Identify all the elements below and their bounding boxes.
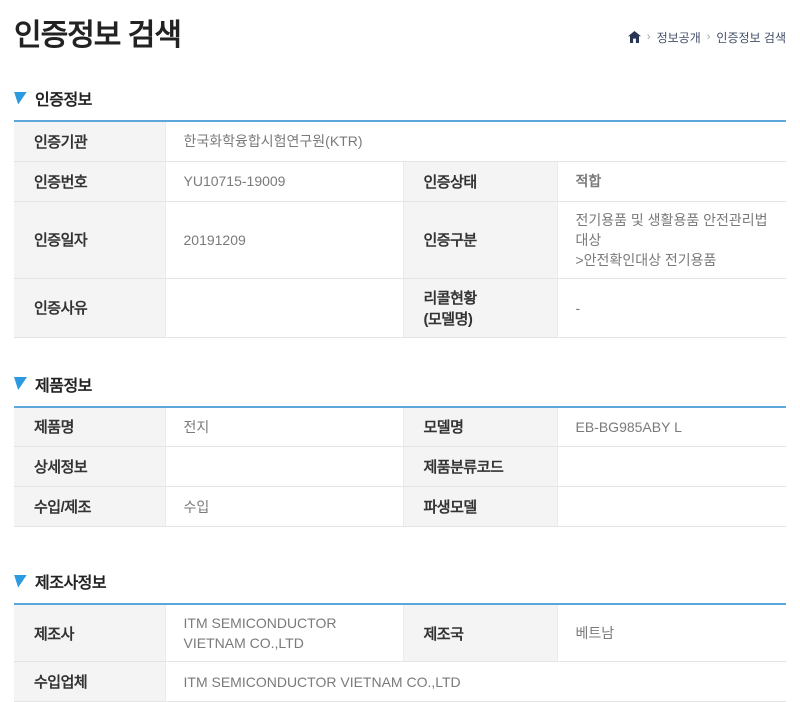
row-label: 리콜현황 (모델명) xyxy=(403,278,557,337)
table-row: 상세정보 제품분류코드 xyxy=(14,447,786,487)
label-line: (모델명) xyxy=(424,308,539,329)
row-value: ITM SEMICONDUCTOR VIETNAM CO.,LTD xyxy=(165,604,403,662)
value-line: >안전확인대상 전기용품 xyxy=(576,250,769,270)
section-certification-info: 인증정보 인증기관 한국화학융합시험연구원(KTR) 인증번호 YU10715-… xyxy=(14,86,786,338)
section-flag-icon xyxy=(14,575,27,588)
table-row: 인증기관 한국화학융합시험연구원(KTR) xyxy=(14,121,786,161)
row-label: 제조국 xyxy=(403,604,557,662)
status-value: 적합 xyxy=(557,161,786,201)
row-label: 인증일자 xyxy=(14,201,165,278)
table-row: 인증사유 리콜현황 (모델명) - xyxy=(14,278,786,337)
row-label: 제조사 xyxy=(14,604,165,662)
row-label: 상세정보 xyxy=(14,447,165,487)
home-icon[interactable] xyxy=(628,31,641,43)
row-value: ITM SEMICONDUCTOR VIETNAM CO.,LTD xyxy=(165,662,786,702)
row-value: 20191209 xyxy=(165,201,403,278)
table-row: 수입업체 ITM SEMICONDUCTOR VIETNAM CO.,LTD xyxy=(14,662,786,702)
row-label: 수입업체 xyxy=(14,662,165,702)
label-line: 리콜현황 xyxy=(424,287,539,308)
table-row: 제조사 ITM SEMICONDUCTOR VIETNAM CO.,LTD 제조… xyxy=(14,604,786,662)
breadcrumb-item-current: 인증정보 검색 xyxy=(716,29,786,46)
manufacturer-table: 제조사 ITM SEMICONDUCTOR VIETNAM CO.,LTD 제조… xyxy=(14,603,786,702)
product-table: 제품명 전지 모델명 EB-BG985ABY L 상세정보 제품분류코드 수입/… xyxy=(14,406,786,528)
row-value xyxy=(557,487,786,527)
table-row: 인증번호 YU10715-19009 인증상태 적합 xyxy=(14,161,786,201)
row-value: 전기용품 및 생활용품 안전관리법 대상 >안전확인대상 전기용품 xyxy=(557,201,786,278)
row-value: 전지 xyxy=(165,407,403,447)
section-product-info: 제품정보 제품명 전지 모델명 EB-BG985ABY L 상세정보 제품분류코… xyxy=(14,372,786,528)
section-header: 제조사정보 xyxy=(14,569,786,593)
table-row: 인증일자 20191209 인증구분 전기용품 및 생활용품 안전관리법 대상 … xyxy=(14,201,786,278)
row-value: YU10715-19009 xyxy=(165,161,403,201)
row-value xyxy=(557,447,786,487)
row-value: 수입 xyxy=(165,487,403,527)
breadcrumb-separator: › xyxy=(647,31,651,43)
section-title: 제품정보 xyxy=(35,372,92,396)
row-label: 제품명 xyxy=(14,407,165,447)
row-label: 인증사유 xyxy=(14,278,165,337)
section-title: 인증정보 xyxy=(35,86,92,110)
row-value xyxy=(165,278,403,337)
row-value xyxy=(165,447,403,487)
row-label: 인증구분 xyxy=(403,201,557,278)
row-label: 제품분류코드 xyxy=(403,447,557,487)
row-label: 인증상태 xyxy=(403,161,557,201)
section-flag-icon xyxy=(14,377,27,390)
row-value: EB-BG985ABY L xyxy=(557,407,786,447)
table-row: 제품명 전지 모델명 EB-BG985ABY L xyxy=(14,407,786,447)
breadcrumb-item-info-disclosure[interactable]: 정보공개 xyxy=(657,29,701,46)
row-value: 한국화학융합시험연구원(KTR) xyxy=(165,121,786,161)
section-header: 인증정보 xyxy=(14,86,786,110)
row-label: 수입/제조 xyxy=(14,487,165,527)
breadcrumb-separator: › xyxy=(707,31,711,43)
row-value: - xyxy=(557,278,786,337)
section-title: 제조사정보 xyxy=(35,569,106,593)
certification-table: 인증기관 한국화학융합시험연구원(KTR) 인증번호 YU10715-19009… xyxy=(14,120,786,338)
page-header: 인증정보 검색 › 정보공개 › 인증정보 검색 xyxy=(14,8,786,56)
page: 인증정보 검색 › 정보공개 › 인증정보 검색 인증정보 인증기관 한국화학융… xyxy=(0,0,800,702)
section-manufacturer-info: 제조사정보 제조사 ITM SEMICONDUCTOR VIETNAM CO.,… xyxy=(14,569,786,702)
section-header: 제품정보 xyxy=(14,372,786,396)
row-label: 인증번호 xyxy=(14,161,165,201)
section-flag-icon xyxy=(14,92,27,105)
row-label: 파생모델 xyxy=(403,487,557,527)
value-line: 전기용품 및 생활용품 안전관리법 대상 xyxy=(576,210,769,250)
row-label: 인증기관 xyxy=(14,121,165,161)
row-value: 베트남 xyxy=(557,604,786,662)
breadcrumb: › 정보공개 › 인증정보 검색 xyxy=(628,29,786,46)
row-label: 모델명 xyxy=(403,407,557,447)
page-title: 인증정보 검색 xyxy=(14,10,181,54)
table-row: 수입/제조 수입 파생모델 xyxy=(14,487,786,527)
